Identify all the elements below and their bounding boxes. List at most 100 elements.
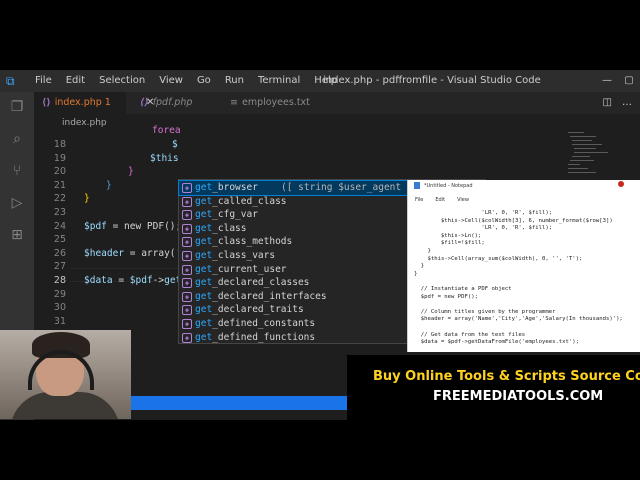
notepad-line: } — [414, 263, 425, 270]
code-line: $this — [150, 152, 179, 164]
code-line: } — [106, 179, 112, 191]
method-cube-icon: ◈ — [182, 305, 192, 316]
method-cube-icon: ◈ — [182, 319, 192, 329]
run-debug-icon[interactable]: ▷ — [8, 194, 26, 212]
menu-terminal[interactable]: Terminal — [251, 70, 307, 92]
method-cube-icon: ◈ — [182, 210, 192, 221]
tab-index-php[interactable]: ⟨⟩ index.php 1 — [34, 92, 126, 114]
code-line-current: $data = $pdf->get — [84, 275, 182, 286]
notepad-menu-file[interactable]: File — [415, 197, 423, 207]
line-number: 24 — [53, 220, 66, 232]
php-file-icon: ⟨⟩ — [140, 97, 149, 108]
notepad-line: } — [414, 248, 431, 254]
method-cube-icon: ◈ — [182, 264, 192, 275]
notepad-line: } — [414, 270, 418, 277]
method-cube-icon: ◈ — [182, 251, 192, 261]
code-line: } — [128, 166, 134, 178]
suggestion-label: get_called_class — [195, 195, 287, 207]
title-bar: ⧉ File Edit Selection View Go Run Termin… — [0, 70, 640, 92]
notepad-menu-view[interactable]: View — [457, 197, 469, 207]
code-line: forea — [152, 125, 181, 136]
method-cube-icon: ◈ — [182, 237, 192, 248]
menu-go[interactable]: Go — [190, 70, 218, 92]
notepad-menu-edit[interactable]: Edit — [435, 197, 445, 207]
menu-bar: File Edit Selection View Go Run Terminal… — [28, 70, 344, 92]
promo-headline: Buy Online Tools & Scripts Source Code — [373, 369, 640, 384]
window-title: index.php - pdffromfile - Visual Studio … — [323, 75, 541, 86]
line-number: 31 — [53, 315, 66, 327]
breadcrumb: index.php — [34, 114, 640, 132]
suggestion-label: get_class_vars — [195, 250, 276, 261]
menu-selection[interactable]: Selection — [92, 70, 152, 92]
tab-employees-txt[interactable]: ≡ employees.txt — [222, 92, 322, 114]
code-line: $ — [172, 139, 178, 150]
text-file-icon: ≡ — [230, 97, 238, 108]
menu-file[interactable]: File — [28, 70, 59, 92]
method-cube-icon: ◈ — [182, 278, 192, 289]
suggestion-label: get_declared_classes — [195, 277, 310, 289]
notepad-line: $this->Cell($colWidth[3], 6, number_form… — [414, 217, 613, 224]
suggestion-label: get_defined_constants — [195, 318, 316, 329]
notepad-line: $header = array('Name','City','Age','Sal… — [414, 316, 623, 323]
menu-run[interactable]: Run — [218, 70, 251, 92]
more-actions-icon[interactable]: … — [622, 92, 632, 114]
line-number: 27 — [53, 261, 66, 273]
suggestion-label: get_current_user — [195, 263, 287, 275]
vscode-logo-icon: ⧉ — [6, 74, 15, 88]
tab-bar: ⟨⟩ index.php 1 ✕ ⟨⟩ fpdf.php ≡ employees.tx… — [34, 92, 640, 114]
suggestion-label: get_class_methods — [195, 236, 293, 248]
code-line: } — [84, 193, 90, 205]
line-number: 30 — [53, 302, 66, 314]
line-number: 23 — [53, 207, 66, 218]
tab-fpdf-php[interactable]: ⟨⟩ fpdf.php — [132, 92, 212, 114]
method-cube-icon: ◈ — [182, 291, 192, 302]
explorer-icon[interactable]: ❐ — [8, 98, 26, 116]
promo-banner: Buy Online Tools & Scripts Source Code F… — [347, 355, 640, 420]
notepad-line: // Get data from the text files — [414, 331, 526, 338]
suggestion-label: get_class — [195, 222, 247, 234]
editor-actions: ◫ … — [603, 92, 632, 114]
line-number: 21 — [53, 179, 66, 191]
line-number: 18 — [53, 139, 66, 150]
suggestion-label: get_declared_traits — [195, 304, 304, 316]
tab-label: index.php 1 — [54, 97, 111, 108]
search-icon[interactable]: ⌕ — [8, 130, 26, 148]
promo-website: FREEMEDIATOOLS.COM — [433, 389, 604, 404]
line-number: 25 — [53, 234, 66, 246]
menu-view[interactable]: View — [152, 70, 190, 92]
taskbar-strip — [131, 396, 347, 410]
tab-label: employees.txt — [241, 97, 310, 108]
source-control-icon[interactable]: ⑂ — [8, 162, 26, 180]
suggestion-label: get_cfg_var — [195, 209, 258, 221]
method-cube-icon: ◈ — [182, 183, 192, 193]
line-number: 28 — [53, 275, 66, 286]
split-editor-icon[interactable]: ◫ — [603, 92, 612, 114]
webcam-overlay — [0, 330, 131, 419]
notepad-line: $this->Cell(array_sum($colWidth), 0, '',… — [414, 255, 583, 262]
minimize-icon[interactable]: — — [596, 70, 618, 92]
notepad-line: $fill=!$fill; — [414, 240, 485, 247]
notepad-line: 'LR', 0, 'R', $fill); — [414, 225, 553, 232]
line-number: 19 — [53, 152, 66, 164]
method-cube-icon: ◈ — [182, 223, 192, 234]
notepad-menu-bar: File Edit View — [408, 197, 640, 207]
notepad-window: *Untitled - Notepad File Edit View 'LR',… — [407, 180, 640, 352]
code-line: $header = array(' — [84, 247, 182, 259]
notepad-line: // Instantiate a PDF object — [414, 286, 512, 292]
extensions-icon[interactable]: ⊞ — [8, 226, 26, 244]
menu-edit[interactable]: Edit — [59, 70, 92, 92]
suggestion-label: get_declared_interfaces — [195, 290, 327, 302]
method-cube-icon: ◈ — [182, 196, 192, 207]
maximize-icon[interactable]: ▢ — [618, 70, 640, 92]
line-number: 22 — [53, 193, 66, 205]
line-number: 26 — [53, 247, 66, 259]
notepad-title-bar: *Untitled - Notepad — [408, 180, 640, 192]
window-controls: — ▢ — [596, 70, 640, 92]
suggestion-label: get_browser — [195, 182, 258, 193]
record-indicator-icon — [618, 181, 624, 187]
notepad-line: $pdf = new PDF(); — [414, 293, 478, 300]
suggestion-label: get_defined_functions — [195, 331, 316, 343]
notepad-line: // Column titles given by the programmer — [414, 308, 556, 315]
code-line: $pdf = new PDF(); — [84, 220, 182, 232]
breadcrumb-file[interactable]: index.php — [62, 114, 107, 132]
